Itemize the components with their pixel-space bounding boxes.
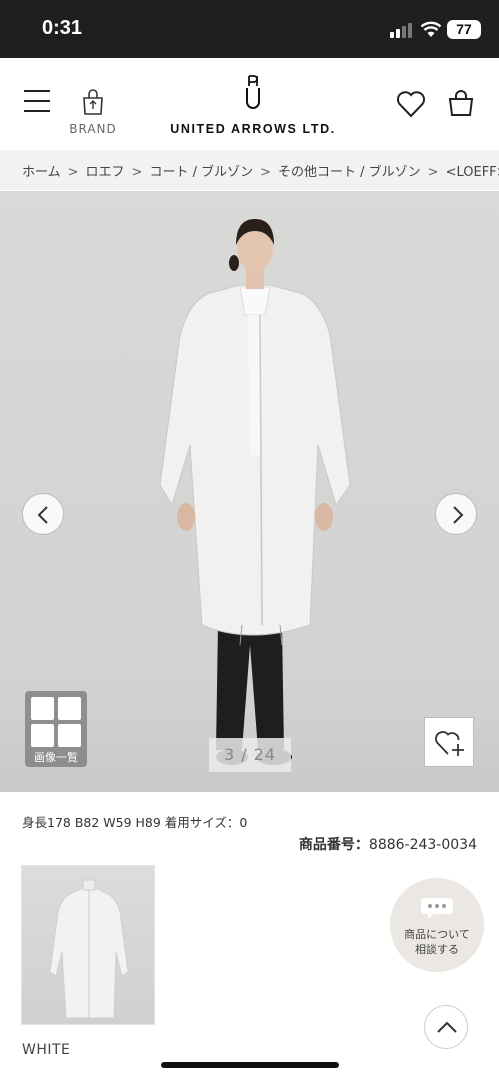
breadcrumb-item-subcategory[interactable]: その他コート / ブルゾン: [278, 165, 421, 180]
grid-icon: [31, 697, 81, 747]
chat-bubble-icon: [421, 898, 453, 919]
brand-label: BRAND: [69, 122, 117, 136]
breadcrumb: ホーム > ロエフ > コート / ブルゾン > その他コート / ブルゾン > <LOEFF>: [0, 150, 499, 190]
breadcrumb-separator: >: [131, 165, 143, 180]
breadcrumb-item-product[interactable]: <LOEFF>: [446, 165, 499, 180]
consult-button[interactable]: 商品について 相談する: [390, 878, 484, 972]
breadcrumb-separator: >: [260, 165, 272, 180]
logo-text: UNITED ARROWS LTD.: [170, 122, 336, 136]
breadcrumb-separator: >: [427, 165, 439, 180]
image-list-label: 画像一覧: [34, 751, 78, 764]
chevron-left-icon: [37, 506, 48, 524]
previous-image-button[interactable]: [22, 493, 64, 535]
color-thumbnail[interactable]: [21, 865, 155, 1025]
product-image-gallery[interactable]: 画像一覧 3 / 24: [0, 191, 499, 792]
breadcrumb-item-brand[interactable]: ロエフ: [86, 165, 125, 180]
heart-plus-icon: [435, 731, 464, 756]
breadcrumb-item-home[interactable]: ホーム: [22, 165, 61, 180]
chevron-right-icon: [453, 506, 464, 524]
color-name: WHITE: [22, 1042, 71, 1058]
chevron-up-icon: [437, 1021, 457, 1033]
brand-button[interactable]: BRAND: [66, 88, 120, 138]
heart-icon[interactable]: [396, 90, 426, 118]
model-size-info: 身長178 B82 W59 H89 着用サイズ：0: [22, 815, 248, 830]
breadcrumb-separator: >: [67, 165, 79, 180]
cellular-signal-icon: [390, 23, 412, 38]
wifi-icon: [420, 21, 442, 37]
site-header: BRAND UNITED ARROWS LTD.: [0, 58, 499, 150]
status-time: 0:31: [42, 17, 83, 39]
product-code: 商品番号：8886-243-0034: [299, 834, 477, 854]
hamburger-menu-icon[interactable]: [24, 90, 50, 112]
product-photo: [159, 219, 351, 765]
cart-bag-icon[interactable]: [446, 88, 476, 118]
image-list-button[interactable]: 画像一覧: [25, 691, 87, 767]
logo-mark-icon: [246, 75, 260, 109]
product-code-value: 8886-243-0034: [368, 837, 477, 853]
home-indicator: [161, 1062, 339, 1068]
site-logo[interactable]: UNITED ARROWS LTD.: [160, 74, 346, 138]
consult-label-line2: 相談する: [415, 943, 459, 956]
add-to-wishlist-button[interactable]: [424, 717, 474, 767]
image-counter: 3 / 24: [209, 738, 291, 772]
color-thumbnail-photo: [49, 879, 129, 1019]
breadcrumb-item-category[interactable]: コート / ブルゾン: [149, 165, 253, 180]
battery-icon: 77: [447, 20, 481, 39]
product-code-label: 商品番号：: [298, 837, 369, 853]
scroll-to-top-button[interactable]: [424, 1005, 468, 1049]
status-bar: 0:31 77: [0, 0, 499, 58]
consult-label-line1: 商品について: [404, 928, 470, 941]
shopping-bag-icon: [83, 89, 103, 115]
next-image-button[interactable]: [435, 493, 477, 535]
